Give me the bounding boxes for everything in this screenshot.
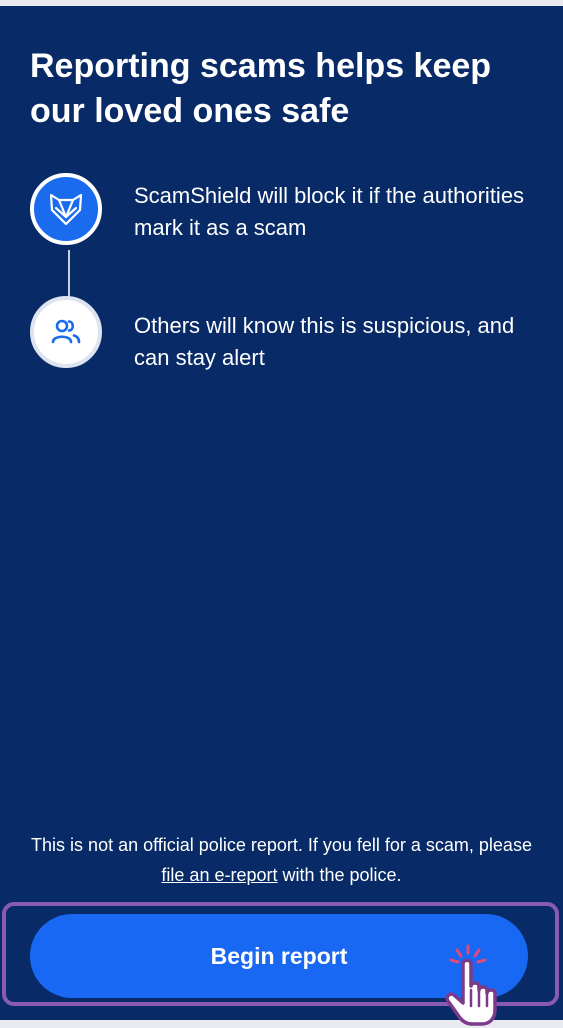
page-title: Reporting scams helps keep our loved one… [30,47,492,130]
scamshield-fox-icon [30,173,102,245]
report-intro-screen: Reporting scams helps keep our loved one… [0,6,563,1020]
step-1-text: ScamShield will block it if the authorit… [134,183,525,240]
disclaimer-text-before: This is not an official police report. I… [31,835,532,855]
people-icon [30,296,102,368]
step-2-text: Others will know this is suspicious, and… [134,313,515,370]
disclaimer-text: This is not an official police report. I… [20,830,543,890]
disclaimer-text-after: with the police. [277,865,402,885]
hand-pointer-cursor-icon [445,944,497,1026]
file-e-report-link[interactable]: file an e-report [161,865,277,885]
